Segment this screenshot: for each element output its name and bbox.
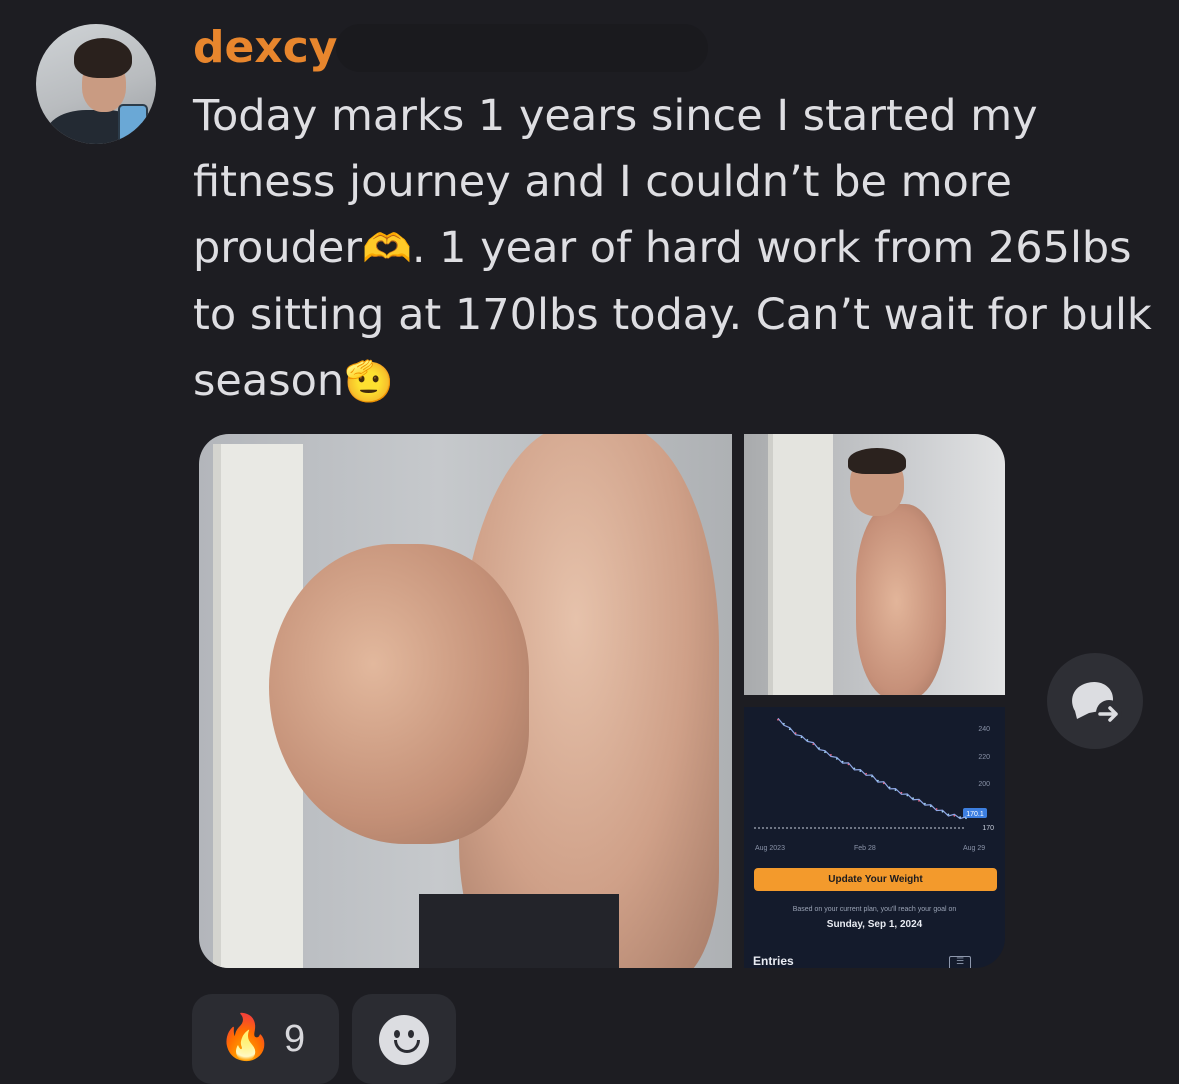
weight-data-point: [877, 779, 879, 782]
weight-data-point: [812, 743, 815, 745]
weight-data-point: [841, 760, 844, 763]
smile-add-reaction-icon: [379, 1015, 429, 1065]
username[interactable]: dexcy: [193, 20, 337, 76]
y-tick-220: 220: [978, 754, 990, 761]
side-photo-body: [856, 504, 946, 695]
weight-data-point: [859, 770, 862, 772]
side-photo-hair: [848, 448, 906, 474]
user-avatar[interactable]: [36, 24, 156, 144]
salute-emoji: 🫡: [344, 359, 394, 405]
message-text: Today marks 1 years since I started my f…: [193, 83, 1153, 415]
weight-data-point: [818, 747, 820, 749]
weight-data-point: [947, 813, 950, 816]
weight-data-point: [929, 805, 932, 808]
add-reaction-button[interactable]: [352, 994, 456, 1084]
weight-data-point: [941, 810, 944, 813]
weight-data-point: [900, 791, 903, 794]
redacted-display-name: [336, 24, 708, 72]
y-tick-240: 240: [978, 726, 990, 733]
weight-data-point: [777, 718, 779, 721]
weight-data-point: [824, 751, 826, 754]
weight-data-point: [959, 816, 961, 818]
weight-data-point: [865, 772, 867, 775]
weight-data-point: [882, 782, 885, 785]
weight-app-screenshot[interactable]: 240 220 200 170 Aug 2023 Feb 28 Aug 29 1…: [744, 707, 1005, 968]
side-photo-door: [768, 434, 833, 695]
weight-data-point: [853, 767, 856, 770]
weight-data-point: [918, 800, 920, 802]
heart-hands-emoji: 🫶: [362, 226, 412, 272]
x-tick-aug-2023: Aug 2023: [755, 845, 785, 852]
update-weight-button[interactable]: Update Your Weight: [754, 868, 997, 891]
plan-note: Based on your current plan, you'll reach…: [792, 906, 957, 913]
smile-mouth: [394, 1040, 420, 1053]
photo-pants: [419, 894, 619, 968]
smile-eye-right: [408, 1030, 414, 1038]
avatar-hair: [74, 38, 132, 78]
weight-trend-line: [777, 717, 967, 820]
x-tick-feb-28: Feb 28: [854, 845, 876, 852]
weight-data-point: [847, 763, 850, 766]
list-view-icon[interactable]: ☰: [949, 956, 971, 968]
weight-data-point: [965, 817, 967, 820]
weight-data-point: [788, 728, 791, 731]
photo-arm: [269, 544, 529, 844]
weight-data-point: [794, 732, 797, 735]
weight-data-point: [953, 814, 956, 817]
reaction-count: 9: [284, 1018, 306, 1060]
weight-data-point: [830, 754, 832, 756]
fire-reaction-button[interactable]: 🔥 9: [192, 994, 339, 1084]
x-tick-aug-29: Aug 29: [963, 845, 985, 852]
fire-icon: 🔥: [218, 1013, 273, 1062]
weight-data-point: [924, 802, 926, 805]
weight-data-point: [783, 722, 785, 725]
forward-thread-button[interactable]: [1047, 653, 1143, 749]
weight-data-point: [906, 794, 909, 797]
weight-data-point: [935, 808, 938, 810]
weight-chart: 240 220 200 170 Aug 2023 Feb 28 Aug 29 1…: [754, 717, 994, 852]
before-photo[interactable]: [744, 434, 1005, 695]
plan-goal-date: Sunday, Sep 1, 2024: [826, 919, 923, 930]
y-tick-200: 200: [978, 781, 990, 788]
weight-data-point: [806, 739, 809, 741]
weight-data-point: [800, 736, 803, 739]
weight-data-point: [912, 797, 914, 800]
forward-thread-icon: [1072, 681, 1122, 726]
smile-eye-left: [394, 1030, 400, 1038]
entries-heading: Entries: [753, 954, 794, 968]
weight-data-point: [835, 758, 838, 760]
avatar-phone: [118, 104, 148, 144]
weight-data-point: [871, 775, 873, 778]
current-weight-badge-text: 170.1: [966, 811, 984, 818]
y-tick-170: 170: [982, 825, 994, 832]
weight-data-point: [888, 786, 891, 789]
weight-data-point: [894, 789, 897, 791]
after-photo[interactable]: [199, 434, 732, 968]
